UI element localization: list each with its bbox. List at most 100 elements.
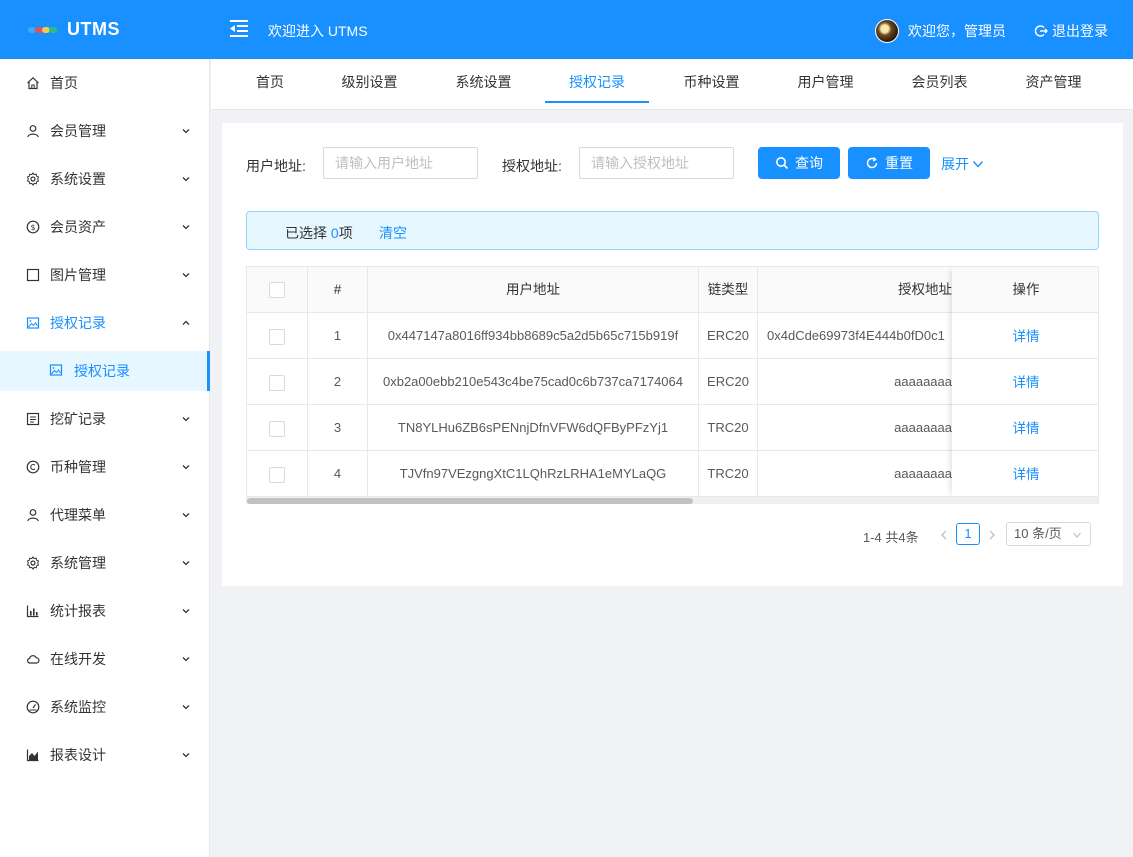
chevron-down-icon: [972, 161, 984, 168]
horizontal-scrollbar[interactable]: [247, 497, 1098, 504]
details-link[interactable]: 详情: [1013, 375, 1040, 390]
auth-address-input[interactable]: [579, 147, 734, 179]
sidebar-item-agent-menu[interactable]: 代理菜单: [0, 491, 210, 539]
column-header-user-address: 用户地址: [368, 267, 699, 313]
selection-alert: 已选择 0项 清空: [246, 211, 1099, 250]
menu-fold-icon[interactable]: [228, 17, 250, 39]
user-greeting[interactable]: 欢迎您，管理员: [908, 21, 1006, 41]
sidebar-item-label: 在线开发: [50, 651, 106, 667]
user-address-input[interactable]: [323, 147, 478, 179]
sidebar-item-label: 系统管理: [50, 555, 106, 571]
sidebar-item-label: 系统监控: [50, 699, 106, 715]
cell-index: 2: [308, 359, 368, 405]
column-header-auth-address: 授权地址: [758, 267, 974, 313]
tab-member-list[interactable]: 会员列表: [911, 59, 968, 110]
pagination-page-1[interactable]: 1: [956, 523, 980, 545]
action-cell: 详情: [952, 405, 1098, 451]
user-address-label: 用户地址:: [246, 158, 306, 174]
row-checkbox[interactable]: [269, 328, 285, 345]
sidebar-item-system-monitor[interactable]: 系统监控: [0, 683, 210, 731]
copyright-icon: [25, 459, 41, 475]
row-checkbox[interactable]: [269, 374, 285, 391]
action-cell: 详情: [952, 359, 1098, 405]
column-header-index: #: [308, 267, 368, 313]
sidebar-subitem-auth-records[interactable]: 授权记录: [0, 351, 210, 391]
picture-icon: [49, 363, 65, 379]
logout-icon: [1034, 25, 1048, 37]
row-select-cell: [247, 451, 308, 497]
auth-address-label: 授权地址:: [502, 158, 562, 174]
reset-button-label: 重置: [885, 155, 913, 171]
header-title: 欢迎进入 UTMS: [268, 23, 368, 39]
tab-currency-settings[interactable]: 币种设置: [683, 59, 740, 110]
cell-index: 3: [308, 405, 368, 451]
chevron-down-icon: [182, 609, 190, 614]
chevron-down-icon: [182, 753, 190, 758]
chevron-left-icon[interactable]: [939, 529, 949, 541]
chevron-down-icon: [182, 225, 190, 230]
sidebar-item-auth-records[interactable]: 授权记录: [0, 299, 210, 347]
logout-label[interactable]: 退出登录: [1052, 21, 1108, 41]
cell-user-address: TN8YLHu6ZB6sPENnjDfnVFW6dQFByPFzYj1: [368, 405, 699, 451]
cell-chain-type: ERC20: [699, 359, 758, 405]
sidebar-item-statistics-report[interactable]: 统计报表: [0, 587, 210, 635]
top-header: UTMS 欢迎进入 UTMS 欢迎您，管理员 退出登录: [0, 0, 1133, 59]
sidebar-item-mining-records[interactable]: 挖矿记录: [0, 395, 210, 443]
details-link[interactable]: 详情: [1013, 329, 1040, 344]
sidebar-item-image-management[interactable]: 图片管理: [0, 251, 210, 299]
sidebar-item-member-management[interactable]: 会员管理: [0, 107, 210, 155]
scrollbar-thumb[interactable]: [247, 498, 693, 504]
row-select-cell: [247, 405, 308, 451]
sidebar-item-online-dev[interactable]: 在线开发: [0, 635, 210, 683]
sidebar-item-report-design[interactable]: 报表设计: [0, 731, 210, 779]
tab-system-settings[interactable]: 系统设置: [455, 59, 512, 110]
tab-home[interactable]: 首页: [255, 59, 285, 110]
reload-icon: [866, 156, 878, 169]
sidebar-item-label: 会员资产: [50, 219, 106, 235]
row-select-cell: [247, 359, 308, 405]
details-link[interactable]: 详情: [1013, 421, 1040, 436]
sidebar: 首页 会员管理 系统设置 $ 会员资产 图片管理 授权记录 授权记录 挖矿记录 …: [0, 59, 210, 857]
cell-user-address: 0x447147a8016ff934bb8689c5a2d5b65c715b91…: [368, 313, 699, 359]
row-checkbox[interactable]: [269, 420, 285, 437]
query-button[interactable]: 查询: [758, 147, 840, 179]
avatar[interactable]: [875, 19, 899, 43]
row-checkbox[interactable]: [269, 466, 285, 483]
details-link[interactable]: 详情: [1013, 467, 1040, 482]
sidebar-item-system-settings[interactable]: 系统设置: [0, 155, 210, 203]
tab-user-management[interactable]: 用户管理: [797, 59, 854, 110]
action-cell: 详情: [952, 451, 1098, 497]
cell-user-address: TJVfn97VEzgngXtC1LQhRzLRHA1eMYLaQG: [368, 451, 699, 497]
home-icon: [25, 75, 41, 91]
dollar-circle-icon: $: [25, 219, 41, 235]
sidebar-item-home[interactable]: 首页: [0, 59, 210, 107]
chevron-down-icon: [182, 177, 190, 182]
selection-info: 已选择 0项: [285, 223, 353, 243]
chevron-right-icon[interactable]: [987, 529, 997, 541]
sidebar-item-label: 代理菜单: [50, 507, 106, 523]
pagination-total: 1-4 共4条: [863, 530, 919, 545]
cell-auth-address: aaaaaaaa: [758, 405, 974, 451]
sidebar-item-member-assets[interactable]: $ 会员资产: [0, 203, 210, 251]
reset-button[interactable]: 重置: [848, 147, 930, 179]
sidebar-item-label: 统计报表: [50, 603, 106, 619]
sidebar-item-system-management[interactable]: 系统管理: [0, 539, 210, 587]
chevron-down-icon: [182, 273, 190, 278]
logout-button[interactable]: 退出登录: [1034, 21, 1108, 41]
tab-auth-records[interactable]: 授权记录: [545, 59, 649, 110]
tab-asset-management[interactable]: 资产管理: [1025, 59, 1082, 110]
user-menu[interactable]: 欢迎您，管理员: [875, 19, 1006, 43]
svg-text:$: $: [30, 223, 35, 232]
expand-label: 展开: [941, 156, 969, 172]
expand-link[interactable]: 展开: [941, 154, 984, 174]
tab-level-settings[interactable]: 级别设置: [341, 59, 398, 110]
page-size-select[interactable]: 10 条/页: [1006, 522, 1091, 546]
logo-mark-icon: [28, 24, 58, 36]
square-icon: [25, 267, 41, 283]
chevron-down-icon: [182, 129, 190, 134]
sidebar-item-currency-management[interactable]: 币种管理: [0, 443, 210, 491]
clear-selection-link[interactable]: 清空: [379, 223, 407, 243]
select-all-checkbox[interactable]: [269, 282, 285, 299]
sidebar-item-label: 报表设计: [50, 747, 106, 763]
selection-prefix: 已选择: [285, 225, 331, 241]
